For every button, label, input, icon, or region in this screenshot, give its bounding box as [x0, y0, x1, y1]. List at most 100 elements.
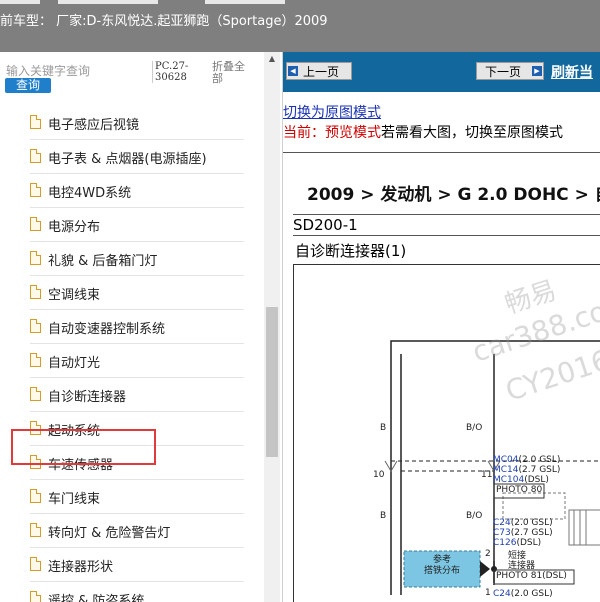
connector-label-group: C24(2.0 GSL) C73(2.7 GSL) C126(DSL): [493, 518, 553, 548]
connector-spec: (2.7 GSL): [510, 528, 553, 538]
preview-mode-hint: 若需看大图，切换至原图模式: [381, 125, 563, 141]
document-icon: [30, 183, 41, 197]
tree-item-label: 自动变速器控制系统: [48, 322, 166, 337]
tree-item[interactable]: 空调线束: [30, 276, 244, 310]
tree-item[interactable]: 自诊断连接器: [30, 378, 244, 412]
document-icon: [30, 387, 41, 401]
right-arrow-icon: ▶: [532, 66, 542, 76]
tree-item[interactable]: 电控4WD系统: [30, 174, 244, 208]
connector-code[interactable]: MC04: [493, 455, 519, 465]
pin-number: 2: [485, 549, 491, 559]
search-input[interactable]: 输入关键字查询: [6, 62, 90, 79]
pin-number: 1: [485, 588, 491, 598]
photo-reference[interactable]: PHOTO 80: [496, 485, 542, 495]
document-icon: [30, 149, 41, 163]
tree-item[interactable]: 自动灯光: [30, 344, 244, 378]
connector-label-group: C24(2.0 GSL): [493, 589, 553, 599]
divider: [283, 152, 600, 153]
tree-item[interactable]: 遥控 & 防盗系统: [30, 582, 244, 602]
scrollbar[interactable]: ▲: [264, 52, 280, 602]
prev-page-button[interactable]: ◀ 上一页: [286, 62, 352, 80]
tree-item[interactable]: 转向灯 & 危险警告灯: [30, 514, 244, 548]
connector-code[interactable]: MC104: [493, 475, 524, 485]
scroll-up-arrow-icon[interactable]: ▲: [264, 54, 280, 66]
connector-code[interactable]: C73: [493, 528, 511, 538]
document-icon: [30, 591, 41, 602]
tree-item-label: 自诊断连接器: [48, 390, 127, 405]
navigation-tree-panel: 输入关键字查询 查询 PC.27-30628 折叠全部 电子感应后视镜电子表 &…: [0, 52, 283, 602]
tree-item-label: 遥控 & 防盗系统: [48, 594, 145, 602]
connector-code[interactable]: C24: [493, 589, 511, 599]
document-icon: [30, 489, 41, 503]
tree-item[interactable]: 自动变速器控制系统: [30, 310, 244, 344]
pin-number: 10: [373, 470, 385, 480]
tree-item[interactable]: 连接器形状: [30, 548, 244, 582]
pin-number: 11: [481, 470, 493, 480]
document-icon: [30, 353, 41, 367]
titlebar-strip: [205, 0, 285, 4]
preview-mode-notice: 当前：预览模式若需看大图，切换至原图模式: [283, 122, 563, 142]
connector-code[interactable]: C126: [493, 538, 516, 548]
connector-spec: (2.0 GSL): [518, 455, 561, 465]
search-button[interactable]: 查询: [5, 78, 51, 93]
document-icon: [30, 115, 41, 129]
collapse-all-link[interactable]: 折叠全部: [212, 61, 252, 85]
window-titlebar: 前车型： 厂家:D-东风悦达.起亚狮跑（Sportage）2009: [0, 0, 600, 52]
document-icon: [30, 523, 41, 537]
refresh-link[interactable]: 刷新当: [551, 62, 593, 82]
viewer-navbar: ◀ 上一页 下一页 ▶ 刷新当: [283, 52, 600, 92]
short-connector-label: 短接 连接器: [508, 551, 535, 571]
divider: [293, 235, 600, 236]
tree-item-label: 电子表 & 点烟器(电源插座): [48, 152, 207, 167]
left-arrow-icon: ◀: [288, 66, 298, 76]
connector-spec: (2.0 GSL): [510, 589, 553, 599]
tree-item[interactable]: 电子表 & 点烟器(电源插座): [30, 140, 244, 174]
tree-item[interactable]: 礼貌 & 后备箱门灯: [30, 242, 244, 276]
wire-color-label: B/O: [466, 423, 483, 433]
tree-item-label: 电源分布: [48, 220, 101, 235]
tree-item[interactable]: 车门线束: [30, 480, 244, 514]
next-page-label: 下一页: [485, 65, 522, 79]
document-icon: [30, 251, 41, 265]
tree-item-label: 礼貌 & 后备箱门灯: [48, 254, 158, 269]
connector-code[interactable]: C24: [493, 518, 511, 528]
ground-reference-box[interactable]: 参考 搭铁分布: [412, 555, 472, 577]
tree-item-label: 空调线束: [48, 288, 101, 303]
scrollbar-thumb[interactable]: [266, 307, 278, 457]
vehicle-model-title: 前车型： 厂家:D-东风悦达.起亚狮跑（Sportage）2009: [0, 14, 328, 29]
connector-spec: (DSL): [516, 538, 542, 548]
photo-reference[interactable]: PHOTO 81(DSL): [496, 571, 567, 581]
document-title: 自诊断连接器(1): [295, 242, 407, 260]
wire-color-label: B/O: [466, 511, 483, 521]
tree-item-label: 电控4WD系统: [48, 186, 132, 201]
document-breadcrumb: 2009 > 发动机 > G 2.0 DOHC > 自诊: [307, 185, 600, 205]
ground-reference-line1: 参考: [432, 555, 451, 565]
document-icon: [30, 285, 41, 299]
document-icon: [30, 217, 41, 231]
switch-original-mode-link[interactable]: 切换为原图模式: [283, 102, 381, 122]
divider: [293, 214, 600, 215]
tree-item-label: 车门线束: [48, 492, 101, 507]
connector-spec: (2.0 GSL): [510, 518, 553, 528]
tree-item[interactable]: 电子感应后视镜: [30, 106, 244, 140]
selected-item-highlight: [11, 429, 156, 465]
search-row: 输入关键字查询 查询 PC.27-30628 折叠全部: [0, 52, 262, 100]
tree-item[interactable]: 电源分布: [30, 208, 244, 242]
tree-item-label: 电子感应后视镜: [48, 118, 140, 133]
next-page-button[interactable]: 下一页 ▶: [476, 62, 544, 80]
titlebar-strip: [0, 0, 40, 4]
pc-code-label: PC.27-30628: [152, 61, 205, 83]
short-connector-line2: 连接器: [508, 561, 536, 571]
connector-code[interactable]: MC14: [493, 465, 519, 475]
document-icon: [30, 319, 41, 333]
ground-reference-line2: 搭铁分布: [423, 566, 460, 576]
short-connector-line1: 短接: [508, 551, 527, 561]
document-code: SD200-1: [293, 216, 358, 234]
wire-color-label: B: [380, 511, 387, 521]
connector-label-group: MC04(2.0 GSL) MC14(2.7 GSL) MC104(DSL): [493, 455, 560, 485]
tree-item-label: 自动灯光: [48, 356, 101, 371]
wire-color-label: B: [380, 423, 387, 433]
preview-mode-label: 当前：预览模式: [283, 125, 381, 141]
tree-item-label: 连接器形状: [48, 560, 114, 575]
tree-item-label: 转向灯 & 危险警告灯: [48, 526, 171, 541]
